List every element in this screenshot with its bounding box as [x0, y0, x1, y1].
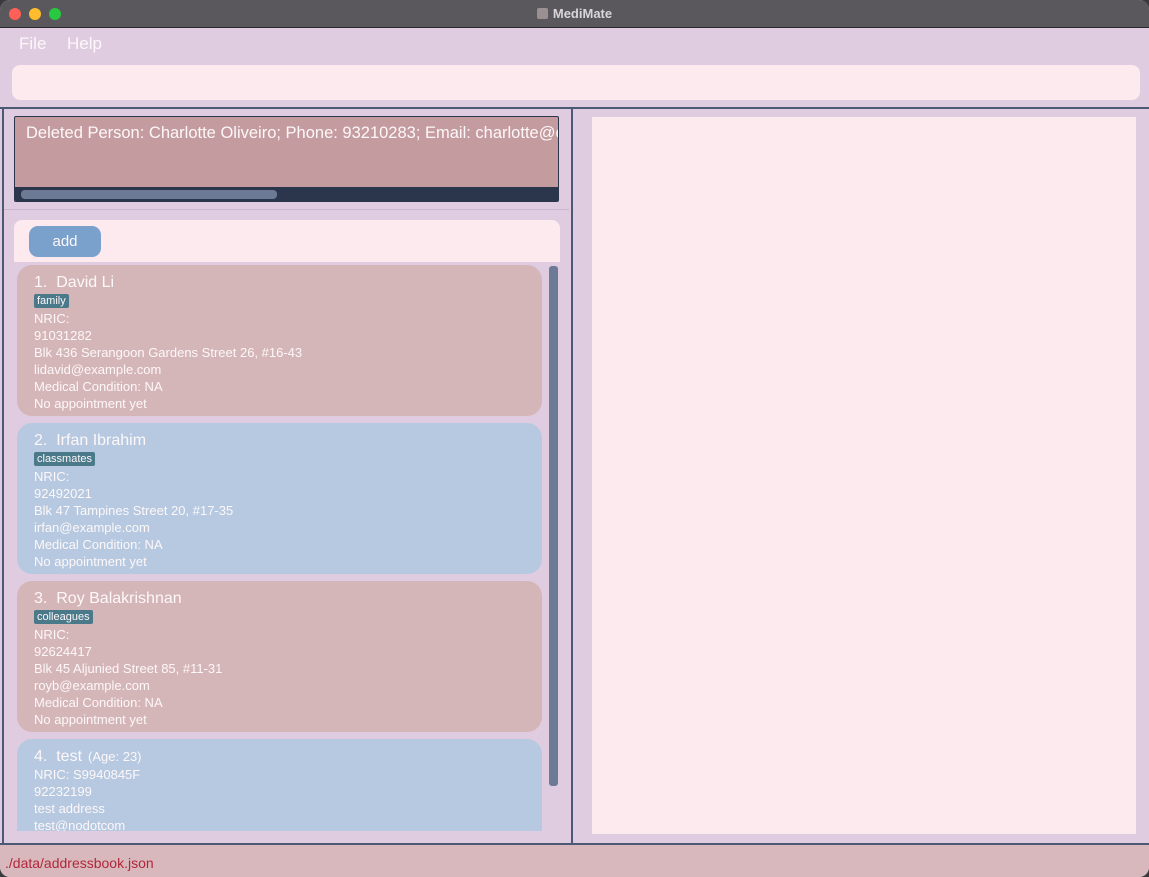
result-text: Deleted Person: Charlotte Oliveiro; Phon… — [26, 124, 559, 142]
menu-file[interactable]: File — [19, 34, 46, 54]
person-name: 2. Irfan Ibrahim — [34, 432, 146, 450]
divider — [4, 209, 569, 210]
status-bar: ./data/addressbook.json — [0, 843, 1149, 877]
app-icon — [536, 8, 548, 19]
person-email: irfan@example.com — [34, 520, 150, 535]
person-card[interactable]: 3. Roy Balakrishnan colleagues NRIC: 926… — [17, 581, 542, 732]
tag-badge: colleagues — [34, 610, 93, 624]
person-email: test@nodotcom — [34, 818, 126, 831]
person-email: royb@example.com — [34, 678, 150, 693]
list-scrollbar[interactable] — [549, 266, 558, 786]
split-divider[interactable] — [571, 109, 573, 843]
person-name-text: Roy Balakrishnan — [56, 590, 182, 607]
person-medical-condition: Medical Condition: NA — [34, 695, 163, 710]
result-scrollbar-thumb[interactable] — [21, 190, 277, 199]
person-phone: 92624417 — [34, 644, 92, 659]
person-age: (Age: 23) — [88, 749, 142, 764]
person-email: lidavid@example.com — [34, 362, 162, 377]
person-nric: NRIC: — [34, 311, 70, 326]
list-toolbar: add — [14, 220, 560, 264]
tag-badge: family — [34, 294, 69, 308]
person-nric: NRIC: S9940845F — [34, 767, 141, 782]
menu-bar: File Help — [0, 29, 1149, 59]
save-location-path: ./data/addressbook.json — [5, 855, 154, 871]
detail-panel — [592, 117, 1136, 834]
person-list: 1. David Li family NRIC: 91031282 Blk 43… — [14, 262, 560, 831]
divider — [0, 107, 1149, 109]
command-input[interactable] — [12, 65, 1140, 100]
window-title-text: MediMate — [552, 6, 613, 21]
person-name: 4. test (Age: 23) — [34, 748, 142, 766]
person-card[interactable]: 4. test (Age: 23) NRIC: S9940845F 9223219… — [17, 739, 542, 831]
title-bar: MediMate — [0, 0, 1149, 28]
person-appointment: No appointment yet — [34, 712, 147, 727]
person-card[interactable]: 1. David Li family NRIC: 91031282 Blk 43… — [17, 265, 542, 416]
add-button[interactable]: add — [29, 226, 101, 257]
person-name-text: test — [56, 748, 83, 765]
person-index: 4. — [34, 748, 48, 765]
person-name-text: David Li — [56, 274, 115, 291]
person-index: 3. — [34, 590, 48, 607]
person-address: Blk 436 Serangoon Gardens Street 26, #16… — [34, 345, 303, 360]
divider — [2, 109, 4, 843]
person-phone: 92492021 — [34, 486, 92, 501]
tag-badge: classmates — [34, 452, 96, 466]
person-nric: NRIC: — [34, 627, 70, 642]
person-address: Blk 47 Tampines Street 20, #17-35 — [34, 503, 234, 518]
person-medical-condition: Medical Condition: NA — [34, 537, 163, 552]
person-phone: 92232199 — [34, 784, 92, 799]
person-index: 1. — [34, 274, 48, 291]
person-appointment: No appointment yet — [34, 396, 147, 411]
result-horizontal-scrollbar[interactable] — [15, 187, 558, 201]
person-name-text: Irfan Ibrahim — [56, 432, 147, 449]
person-nric: NRIC: — [34, 469, 70, 484]
person-address: test address — [34, 801, 105, 816]
person-phone: 91031282 — [34, 328, 92, 343]
person-address: Blk 45 Aljunied Street 85, #11-31 — [34, 661, 223, 676]
person-name: 3. Roy Balakrishnan — [34, 590, 182, 608]
result-display: Deleted Person: Charlotte Oliveiro; Phon… — [14, 116, 559, 202]
window-title: MediMate — [0, 6, 1149, 21]
person-name: 1. David Li — [34, 274, 114, 292]
person-appointment: No appointment yet — [34, 554, 147, 569]
person-card[interactable]: 2. Irfan Ibrahim classmates NRIC: 924920… — [17, 423, 542, 574]
app-window: MediMate File Help Deleted Person: Charl… — [0, 0, 1149, 877]
person-index: 2. — [34, 432, 48, 449]
menu-help[interactable]: Help — [67, 34, 102, 54]
person-medical-condition: Medical Condition: NA — [34, 379, 163, 394]
